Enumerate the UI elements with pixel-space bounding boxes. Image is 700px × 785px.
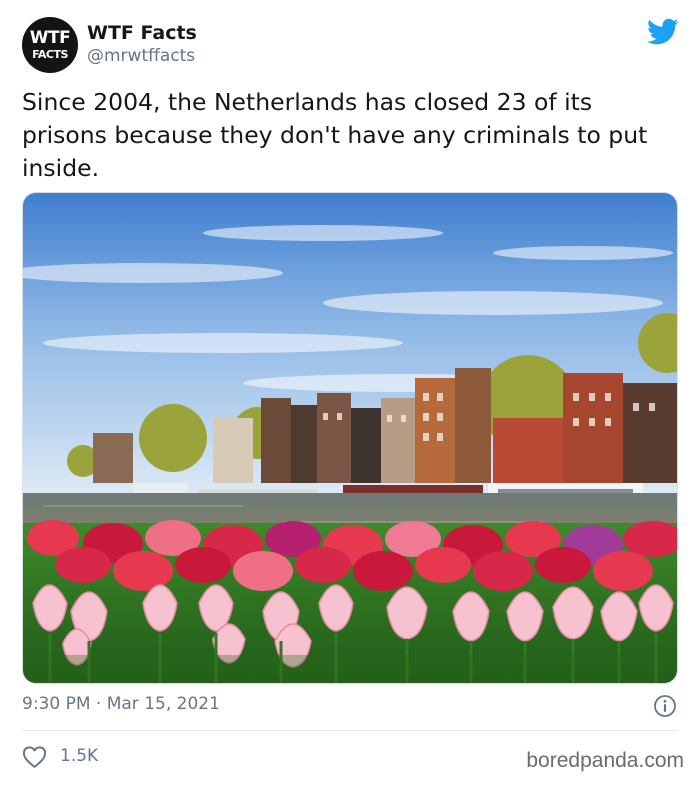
tweet-timestamp[interactable]: 9:30 PM · Mar 15, 2021 [22, 694, 220, 714]
amsterdam-tulips-photo [23, 193, 677, 683]
heart-icon[interactable] [22, 745, 47, 769]
author-handle[interactable]: @mrwtffacts [87, 46, 195, 66]
twitter-bird-icon[interactable] [647, 18, 679, 46]
author-display-name[interactable]: WTF Facts [87, 22, 197, 44]
tweet-card: WTF FACTS WTF Facts @mrwtffacts Since 20… [0, 0, 700, 785]
info-icon[interactable] [653, 694, 677, 718]
tweet-text: Since 2004, the Netherlands has closed 2… [22, 88, 648, 182]
avatar-text-bottom: FACTS [32, 48, 68, 61]
avatar-text-top: WTF [29, 28, 71, 48]
divider [22, 730, 678, 731]
like-count: 1.5K [60, 746, 99, 766]
avatar[interactable]: WTF FACTS [22, 17, 78, 73]
tweet-photo[interactable] [22, 192, 678, 684]
watermark: boredpanda.com [526, 749, 684, 772]
